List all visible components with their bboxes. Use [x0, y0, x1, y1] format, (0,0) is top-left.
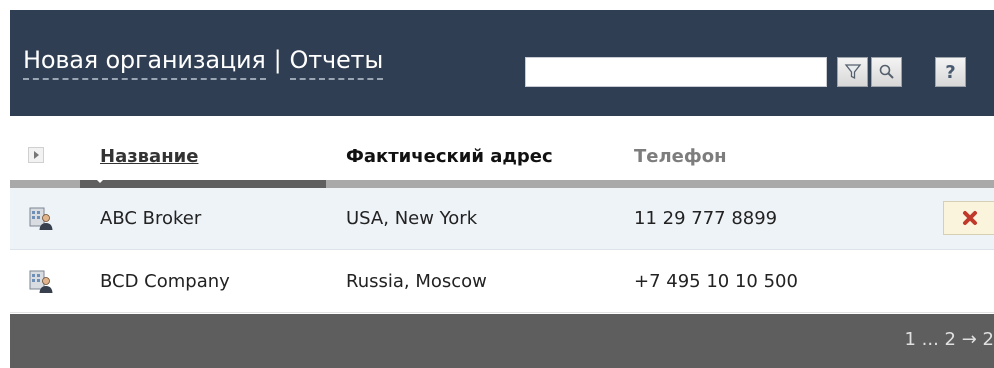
page-title: Новая организация | Отчеты — [23, 45, 383, 85]
search-button[interactable] — [871, 57, 902, 87]
cell-phone: 11 29 777 8899 — [634, 208, 778, 229]
delete-icon — [963, 211, 977, 225]
cell-name: ABC Broker — [100, 208, 202, 229]
search-input[interactable] — [525, 57, 827, 87]
column-header-address[interactable]: Фактический адрес — [346, 146, 553, 167]
new-organization-link[interactable]: Новая организация — [23, 45, 266, 80]
title-separator: | — [273, 46, 282, 74]
sort-indicator-bar — [10, 180, 994, 188]
sort-caret-icon — [95, 178, 105, 183]
cell-name: BCD Company — [100, 271, 230, 292]
table-row[interactable]: ABC Broker USA, New York 11 29 777 8899 — [10, 188, 994, 250]
cell-phone: +7 495 10 10 500 — [634, 271, 798, 292]
organization-icon — [29, 207, 53, 230]
cell-address: Russia, Moscow — [346, 271, 487, 292]
table-row[interactable]: BCD Company Russia, Moscow +7 495 10 10 … — [10, 251, 994, 313]
organization-icon — [29, 270, 53, 293]
filter-button[interactable] — [837, 57, 868, 87]
table-header: Название Фактический адрес Телефон — [10, 116, 994, 182]
pagination[interactable]: 1 ... 2 → 2 — [905, 329, 994, 350]
column-header-phone[interactable]: Телефон — [634, 146, 727, 167]
help-icon: ? — [945, 61, 956, 83]
column-header-name[interactable]: Название — [100, 146, 198, 167]
active-sort-column-bar — [80, 180, 326, 188]
expand-icon — [34, 151, 39, 159]
search-icon — [879, 64, 894, 79]
reports-link[interactable]: Отчеты — [289, 45, 383, 80]
expand-all-button[interactable] — [28, 147, 44, 163]
table-footer: 1 ... 2 → 2 — [10, 314, 994, 368]
help-button[interactable]: ? — [935, 57, 966, 87]
filter-icon — [844, 64, 861, 80]
delete-button[interactable] — [943, 201, 994, 235]
cell-address: USA, New York — [346, 208, 478, 229]
